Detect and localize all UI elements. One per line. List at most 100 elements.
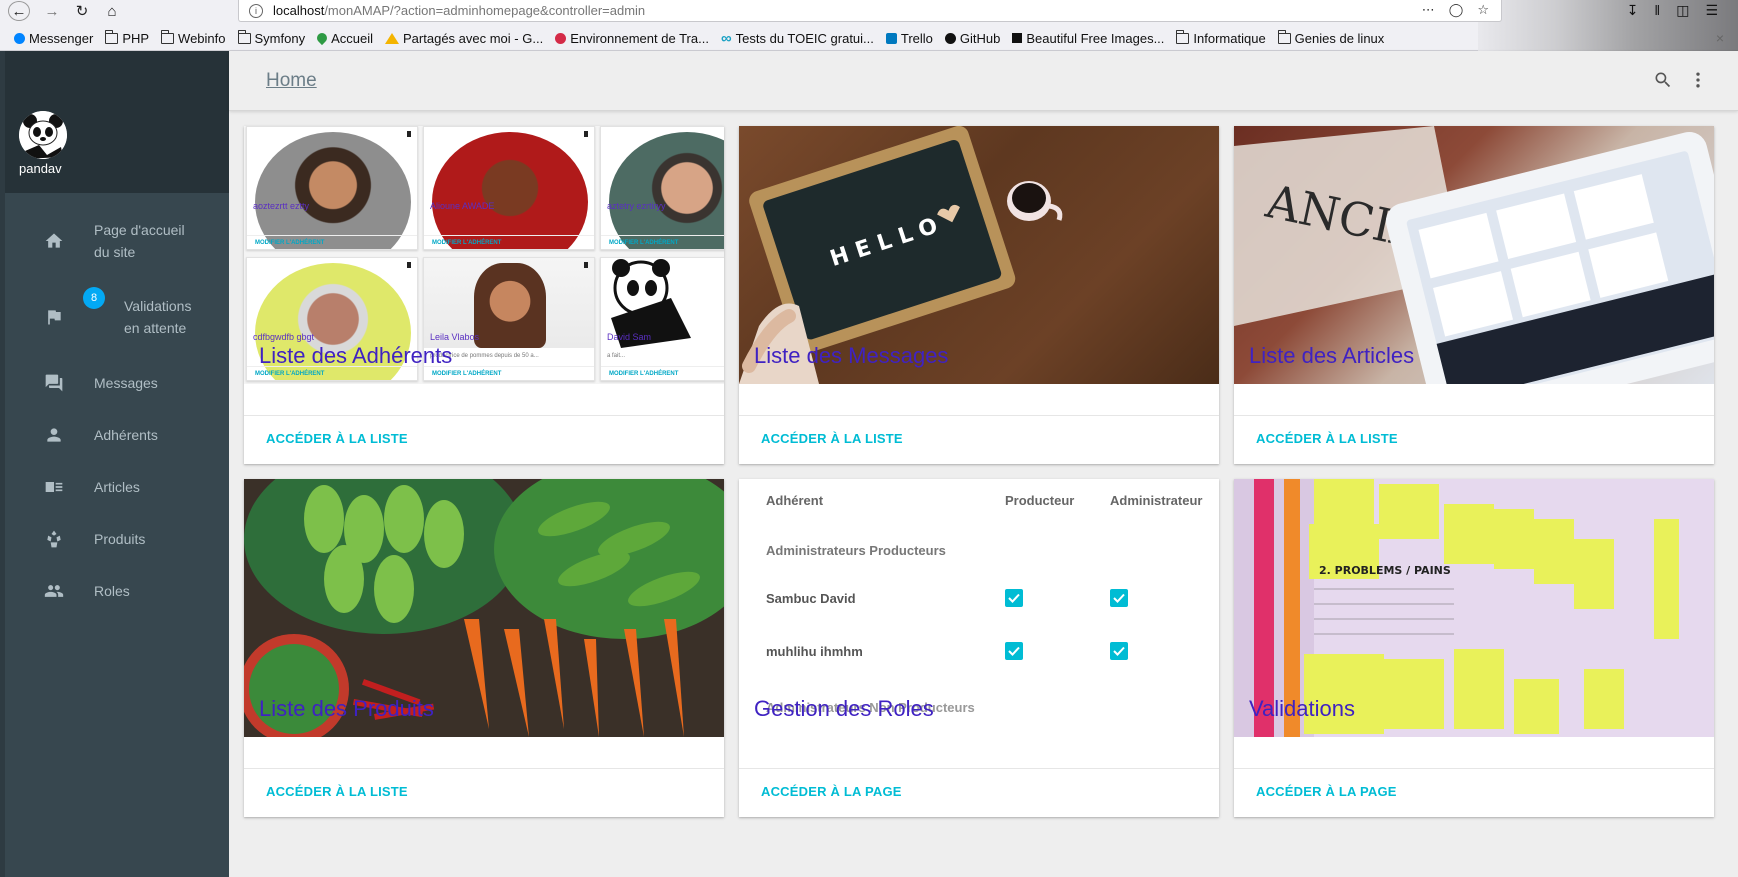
producteur-checkbox[interactable]: [1005, 642, 1023, 660]
access-page-button[interactable]: ACCÉDER À LA PAGE: [761, 784, 902, 799]
bookmarks-overflow-icon[interactable]: ×: [1716, 30, 1724, 46]
column-header: Administrateur: [1110, 493, 1203, 508]
adherent-card-preview: Alioune AWADE MODIFIER L'ADHÉRENT: [423, 126, 595, 250]
more-vert-icon[interactable]: [1688, 70, 1708, 95]
menu-dot-icon: [584, 131, 588, 137]
check-icon: [1113, 593, 1125, 603]
sidebar-item-label: Produits: [94, 531, 146, 547]
card-title: Validations: [1249, 696, 1355, 721]
trello-icon: [885, 32, 897, 44]
app: pandav Page d'accueil du site 8 Validatio…: [0, 51, 1738, 877]
sidebar: pandav Page d'accueil du site 8 Validatio…: [0, 51, 229, 877]
role-row-name: muhlihu ihmhm: [766, 644, 863, 659]
card-title: Liste des Adhérents: [259, 343, 453, 368]
card-title: Liste des Articles: [1249, 343, 1415, 368]
sidebar-item-label: Messages: [94, 375, 158, 391]
administrateur-checkbox[interactable]: [1110, 589, 1128, 607]
edit-adherent-button[interactable]: MODIFIER L'ADHÉRENT: [255, 371, 324, 377]
bookmark-trello[interactable]: Trello: [885, 31, 933, 46]
bookmark-unsplash[interactable]: Beautiful Free Images...: [1012, 31, 1164, 46]
access-list-button[interactable]: ACCÉDER À LA LISTE: [266, 431, 408, 446]
card-messages: HELLO Liste des Messages ACCÉDER À LA LI…: [739, 126, 1219, 464]
bookmark-php[interactable]: PHP: [105, 29, 149, 46]
pocket-icon[interactable]: ◯: [1449, 2, 1464, 18]
adherent-card-preview: aztetry ezrtiryy MODIFIER L'ADHÉRENT: [600, 126, 724, 250]
bookmark-symfony[interactable]: Symfony: [237, 29, 305, 46]
menu-dot-icon: [584, 262, 588, 268]
administrateur-checkbox[interactable]: [1110, 642, 1128, 660]
url-host: localhost: [273, 3, 325, 18]
page-title-link[interactable]: Home: [266, 70, 317, 92]
edit-adherent-button[interactable]: MODIFIER L'ADHÉRENT: [609, 240, 678, 246]
bookmark-informatique[interactable]: Informatique: [1176, 29, 1266, 46]
sidebar-item-label: Adhérents: [94, 427, 158, 443]
bookmark-toeic[interactable]: ∞ Tests du TOEIC gratui...: [721, 31, 874, 46]
github-icon: [944, 32, 956, 44]
top-app-bar: Home: [229, 51, 1738, 111]
reload-button[interactable]: ↻: [70, 0, 94, 22]
library-icon[interactable]: ‖: [1654, 2, 1660, 19]
access-list-button[interactable]: ACCÉDER À LA LISTE: [1256, 431, 1398, 446]
adherent-name: aztetry ezrtiryy: [607, 201, 666, 211]
folder-icon: [1176, 29, 1190, 44]
avatar[interactable]: [19, 111, 67, 159]
url-bar[interactable]: i localhost/monAMAP/?action=adminhomepag…: [238, 0, 1502, 22]
back-button[interactable]: ←: [8, 1, 30, 21]
bookmark-star-icon[interactable]: ☆: [1477, 2, 1489, 18]
access-list-button[interactable]: ACCÉDER À LA LISTE: [761, 431, 903, 446]
panda-avatar-icon: [19, 111, 67, 159]
bookmark-drive[interactable]: Partagés avec moi - G...: [385, 31, 543, 46]
sidebar-item-validations[interactable]: 8 Validations en attente: [5, 287, 229, 343]
column-header: Adhérent: [766, 493, 824, 508]
card-produits: Liste des Produits ACCÉDER À LA LISTE: [244, 479, 724, 817]
check-icon: [1008, 646, 1020, 656]
sidebar-item-adherents[interactable]: Adhérents: [5, 409, 229, 461]
producteur-checkbox[interactable]: [1005, 589, 1023, 607]
menu-icon[interactable]: ☰: [1705, 2, 1718, 19]
column-header: Producteur: [1005, 493, 1075, 508]
menu-dot-icon: [407, 262, 411, 268]
drive-icon: [385, 32, 400, 44]
page-actions-icon[interactable]: ⋯: [1422, 2, 1435, 18]
sidebar-item-roles[interactable]: Roles: [5, 565, 229, 617]
bookmark-webinfo[interactable]: Webinfo: [161, 29, 226, 46]
site-info-icon[interactable]: i: [249, 3, 263, 18]
adherent-name: aoztezrtt eztty: [253, 201, 310, 211]
username: pandav: [19, 161, 62, 176]
sidebar-item-articles[interactable]: Articles: [5, 461, 229, 513]
edit-adherent-button[interactable]: MODIFIER L'ADHÉRENT: [432, 371, 501, 377]
card-title: Gestion des Roles: [754, 696, 934, 721]
access-page-button[interactable]: ACCÉDER À LA PAGE: [1256, 784, 1397, 799]
card-title: Liste des Messages: [754, 343, 949, 368]
red-circle-icon: [555, 32, 567, 44]
browser-nav-row: ← → ↻ ⌂ i localhost/monAMAP/?action=admi…: [0, 0, 1738, 22]
sidebar-item-label: Validations: [124, 298, 192, 314]
bookmark-environnement[interactable]: Environnement de Tra...: [555, 31, 709, 46]
unsplash-icon: [1012, 33, 1023, 43]
menu-dot-icon: [407, 131, 411, 137]
sidebar-toggle-icon[interactable]: ◫: [1676, 2, 1689, 19]
search-icon[interactable]: [1653, 70, 1673, 95]
bookmark-messenger[interactable]: Messenger: [14, 31, 93, 46]
bookmark-accueil[interactable]: Accueil: [315, 31, 373, 46]
check-icon: [1008, 593, 1020, 603]
validations-badge: 8: [83, 287, 105, 309]
access-list-button[interactable]: ACCÉDER À LA LISTE: [266, 784, 408, 799]
edit-adherent-button[interactable]: MODIFIER L'ADHÉRENT: [432, 240, 501, 246]
forward-arrow-icon: →: [44, 2, 60, 20]
sidebar-item-produits[interactable]: Produits: [5, 513, 229, 565]
bookmark-github[interactable]: GitHub: [944, 31, 1000, 46]
sidebar-item-home[interactable]: Page d'accueil du site: [5, 215, 229, 267]
edit-adherent-button[interactable]: MODIFIER L'ADHÉRENT: [609, 371, 678, 377]
card-validations: 2. PROBLEMS / PAINS Validations ACCÉDER …: [1234, 479, 1714, 817]
sidebar-item-messages[interactable]: Messages: [5, 357, 229, 409]
check-icon: [1113, 646, 1125, 656]
download-icon[interactable]: ↧: [1627, 2, 1639, 19]
bookmark-genies-de-linux[interactable]: Genies de linux: [1277, 29, 1384, 46]
group-label: Administrateurs Producteurs: [766, 543, 946, 558]
forward-button[interactable]: →: [40, 0, 64, 22]
edit-adherent-button[interactable]: MODIFIER L'ADHÉRENT: [255, 240, 324, 246]
role-row-name: Sambuc David: [766, 591, 856, 606]
group-icon: [43, 580, 65, 602]
home-button[interactable]: ⌂: [100, 0, 124, 22]
